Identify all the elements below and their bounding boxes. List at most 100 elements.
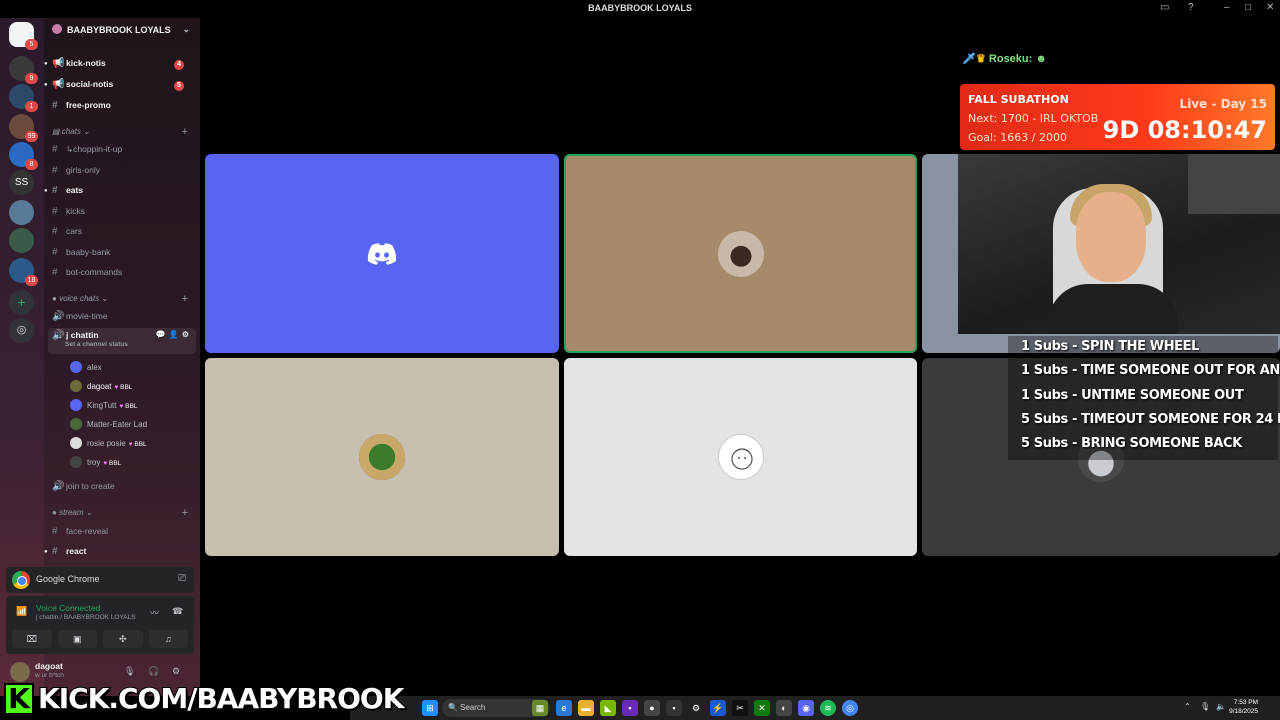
camera-off-button[interactable]: ⌧	[12, 630, 52, 648]
disconnect-icon[interactable]: ☎	[172, 606, 183, 617]
chevron-down-icon[interactable]: ⌄	[182, 24, 190, 35]
capcut-icon[interactable]: ✂	[732, 700, 748, 716]
headphones-icon[interactable]: 🎧	[148, 666, 159, 677]
add-channel-icon[interactable]: +	[182, 126, 188, 138]
file-explorer-icon[interactable]: ▬	[578, 700, 594, 716]
avatar	[70, 418, 82, 430]
obs-icon[interactable]: ●	[644, 700, 660, 716]
voice-channel-join-to-create[interactable]: 🔊 join to create	[52, 481, 194, 497]
hash-icon: #	[52, 185, 58, 196]
gear-icon[interactable]: ⚙	[172, 666, 180, 677]
help-icon[interactable]: ?	[1188, 2, 1194, 13]
avatar	[70, 399, 82, 411]
reward-item: 5 Subs - TIMEOUT SOMEONE FOR 24 HRS	[1021, 412, 1280, 427]
app-icon[interactable]: ⚡	[710, 700, 726, 716]
server-icon[interactable]: 9	[9, 56, 38, 84]
channel-kicks[interactable]: # kicks	[52, 206, 194, 222]
speaker-icon: 🔊	[52, 481, 65, 492]
category-stream[interactable]: ● stream ⌄ +	[52, 507, 194, 519]
channel-eats[interactable]: ● # eats	[44, 185, 194, 201]
avatar	[70, 437, 82, 449]
tray-chevron-icon[interactable]: ⌃	[1184, 702, 1191, 711]
widgets-icon[interactable]: ▦	[532, 700, 548, 716]
channel-choppin-it-up[interactable]: # ↳choppin-it-up	[52, 144, 194, 160]
heart-icon: ♥	[114, 384, 119, 391]
chrome-taskbar-icon[interactable]: ◎	[842, 700, 858, 716]
discord-icon[interactable]: ◉	[798, 700, 814, 716]
voice-channel-movie-time[interactable]: 🔊 movie-time	[52, 311, 194, 327]
app-icon[interactable]: ▪	[666, 700, 682, 716]
soundboard-button[interactable]: ♫	[148, 630, 188, 648]
channel-bot-commands[interactable]: # bot-commands	[52, 267, 194, 283]
voice-user[interactable]: alex	[70, 361, 102, 377]
category-chats[interactable]: ▤ chats ⌄ +	[52, 126, 194, 138]
maximize-button[interactable]: □	[1245, 2, 1251, 13]
channel-girls-only[interactable]: # girls-only	[52, 165, 194, 181]
category-voice-chats[interactable]: ● voice chats ⌄ +	[52, 293, 194, 305]
discover-icon[interactable]: ◎	[9, 318, 34, 343]
channel-react[interactable]: ● # react	[44, 546, 194, 562]
search-icon: 🔍	[448, 703, 458, 712]
steam-icon[interactable]: ⚙	[688, 700, 704, 716]
hash-icon: #	[52, 100, 58, 111]
server-icon[interactable]	[9, 200, 34, 225]
server-icon[interactable]: 18	[9, 258, 38, 286]
microphone-icon[interactable]: 🎙	[124, 666, 135, 677]
video-tile-dagoat[interactable]	[564, 154, 917, 353]
voice-user[interactable]: KingTutt ♥ BBL	[70, 399, 137, 415]
channel-kick-notis[interactable]: ● 📢 kick-notis 4	[44, 58, 194, 74]
hash-icon: #	[52, 247, 58, 258]
add-channel-icon[interactable]: +	[182, 507, 188, 519]
volume-icon[interactable]: 🔈	[1216, 702, 1226, 711]
add-channel-icon[interactable]: +	[182, 293, 188, 305]
server-icon[interactable]: 8	[9, 142, 38, 170]
close-button[interactable]: ✕	[1266, 2, 1274, 13]
discord-logo-icon	[367, 242, 397, 265]
voice-user[interactable]: rosie posie ♥ BBL	[70, 437, 147, 453]
clock[interactable]: 7:53 PM 9/18/2025	[1229, 698, 1258, 716]
screen-share-icon[interactable]: ⎚	[178, 573, 186, 584]
windows-start-icon[interactable]: ⊞	[422, 700, 438, 716]
server-icon[interactable]: 99	[9, 114, 38, 142]
activity-bar[interactable]: Google Chrome ⎚	[6, 567, 194, 593]
add-server-icon[interactable]: +	[9, 290, 34, 315]
screen-share-button[interactable]: ▣	[57, 630, 97, 648]
channel-cars[interactable]: # cars	[52, 226, 194, 242]
xbox-icon[interactable]: ✕	[754, 700, 770, 716]
sketch-face-icon	[730, 448, 753, 470]
channel-face-reveal[interactable]: # face-reveal	[52, 526, 194, 542]
edge-icon[interactable]: e	[556, 700, 572, 716]
activities-button[interactable]: ✣	[103, 630, 143, 648]
hash-icon: #	[52, 165, 58, 176]
guild-header[interactable]: BAABYBROOK LOYALS ⌄	[44, 24, 200, 42]
voice-connection-panel: 📶 Voice Connected j chattin / BAABYBROOK…	[6, 596, 194, 654]
voice-user[interactable]: Matter-Eater Lad	[70, 418, 147, 434]
inbox-icon[interactable]: ▭	[1160, 2, 1169, 13]
signal-icon[interactable]: 📶	[16, 606, 27, 617]
server-ss[interactable]: SS	[9, 170, 34, 195]
channel-social-notis[interactable]: ● 📢 social-notis 5	[44, 79, 194, 95]
channel-baaby-bank[interactable]: # baaby-bank	[52, 247, 194, 263]
voice-user[interactable]: troy ♥ BBL	[70, 456, 121, 472]
channel-sidebar: BAABYBROOK LOYALS ⌄ ● 📢 kick-notis 4 ● 📢 soci…	[44, 18, 200, 696]
avatar[interactable]	[10, 662, 30, 682]
server-icon[interactable]: 1	[9, 84, 38, 112]
server-icon[interactable]	[9, 228, 34, 253]
nvidia-icon[interactable]: ◣	[600, 700, 616, 716]
video-tile-rosie-posie[interactable]	[564, 358, 917, 556]
channel-actions-icons[interactable]: 💬👤⚙	[156, 330, 192, 339]
app-icon[interactable]: ▪	[622, 700, 638, 716]
minimize-button[interactable]: –	[1224, 2, 1230, 13]
voice-user[interactable]: dagoat ♥ BBL	[70, 380, 132, 396]
app-icon[interactable]: ◐	[776, 700, 792, 716]
webcam-overlay	[958, 154, 1280, 334]
hash-icon: #	[52, 546, 58, 557]
channel-free-promo[interactable]: # free-promo	[52, 100, 194, 116]
noise-suppression-icon[interactable]: 〰	[150, 606, 159, 619]
voice-channel-j-chattin[interactable]: 🔊 j chattin Set a channel status 💬👤⚙	[48, 328, 196, 354]
video-tile-alex[interactable]	[205, 154, 559, 353]
microphone-icon[interactable]: 🎙	[1200, 702, 1210, 711]
direct-messages-icon[interactable]: 5	[9, 22, 38, 50]
spotify-icon[interactable]: ≋	[820, 700, 836, 716]
video-tile-matter-eater-lad[interactable]	[205, 358, 559, 556]
